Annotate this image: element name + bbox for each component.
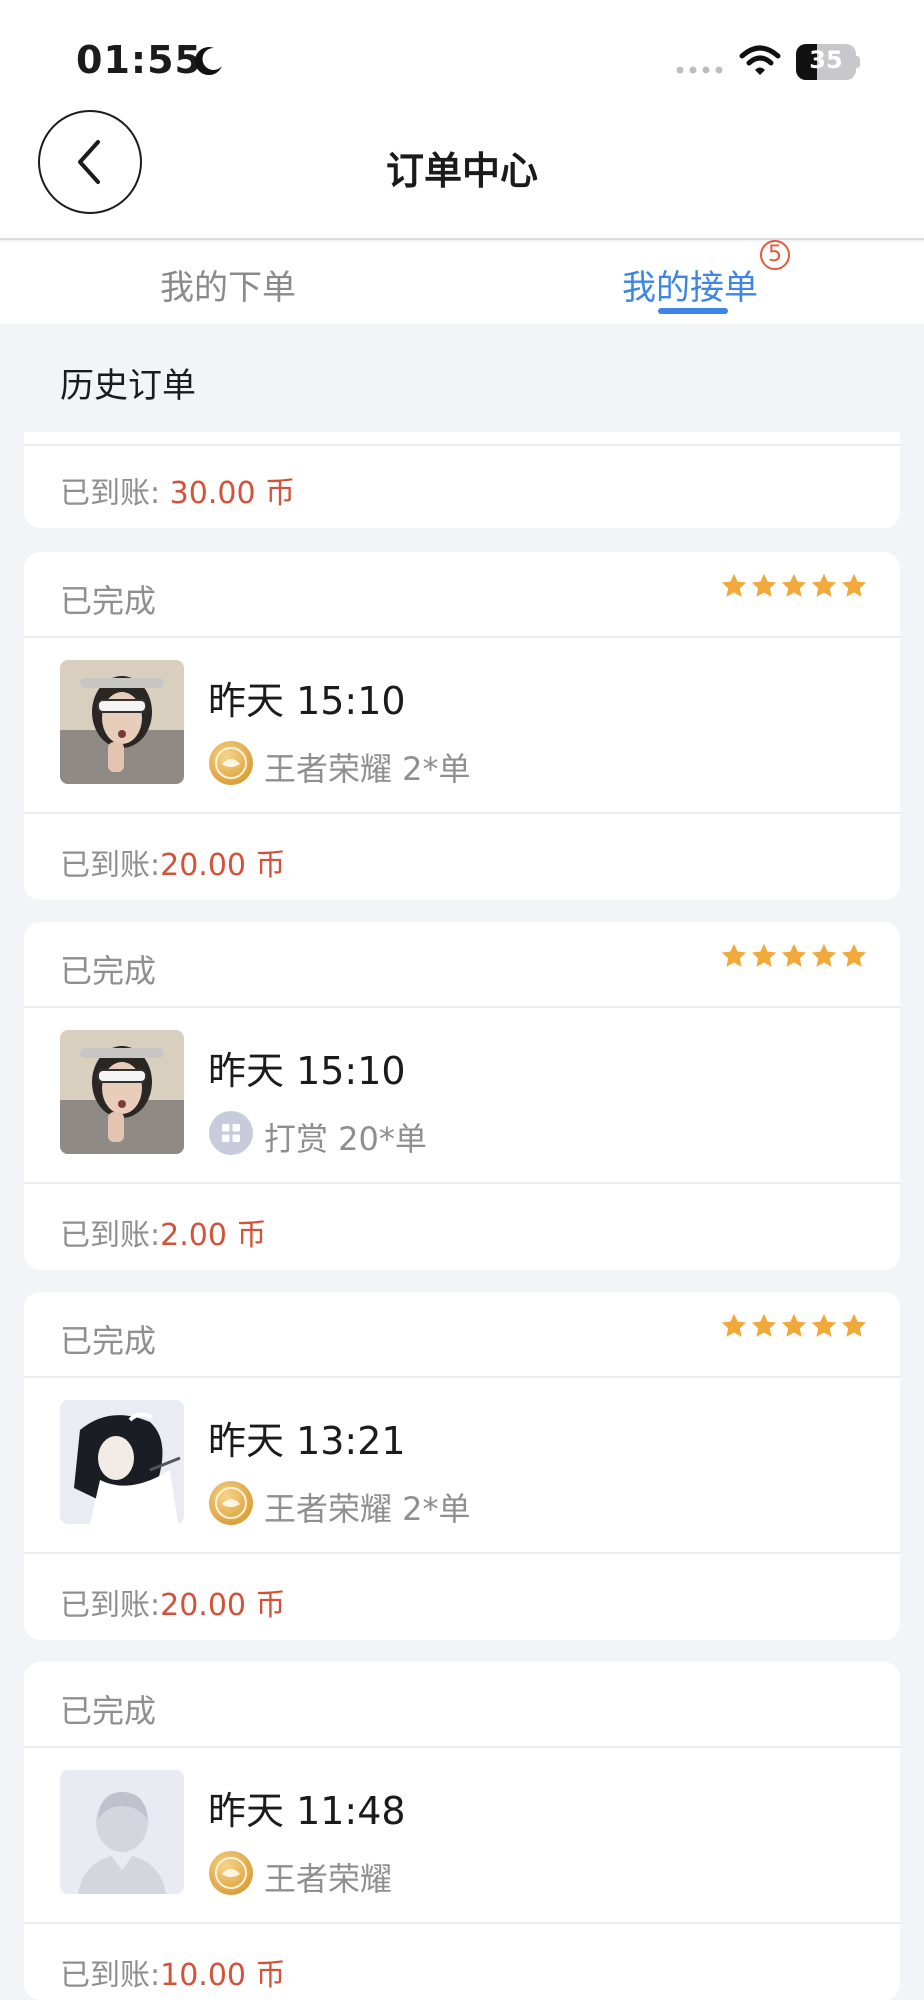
star-icon — [780, 1312, 808, 1340]
star-icon — [720, 1312, 748, 1340]
honor-of-kings-icon — [209, 1481, 253, 1525]
star-icon — [810, 1312, 838, 1340]
amount-value: 2.00 币 — [160, 1218, 267, 1253]
top-bar: 01:55 35 订单中心 — [0, 0, 924, 240]
amount-value: 30.00 币 — [169, 476, 296, 511]
star-icon — [810, 942, 838, 970]
order-time: 昨天 13:21 — [208, 1419, 406, 1463]
amount-row: 已到账:20.00 币 — [60, 840, 286, 884]
amount-row: 已到账:20.00 币 — [60, 1580, 286, 1624]
card-header: 已完成 — [24, 1662, 900, 1748]
avatar[interactable] — [60, 1400, 184, 1524]
card-footer: 已到账:10.00 币 — [24, 1924, 900, 2000]
amount-row: 已到账:2.00 币 — [60, 1210, 266, 1254]
tab-my-orders[interactable]: 我的下单 — [160, 260, 296, 309]
star-icon — [840, 942, 868, 970]
honor-of-kings-icon — [209, 1851, 253, 1895]
card-body: 昨天 11:48 王者荣耀 — [24, 1748, 900, 1924]
card-body: 昨天 13:21 王者荣耀 2*单 — [24, 1378, 900, 1554]
card-footer: 已到账:20.00 币 — [24, 1554, 900, 1640]
card-body: 昨天 15:10 王者荣耀 2*单 — [24, 638, 900, 814]
section-title: 历史订单 — [60, 366, 196, 406]
order-status: 已完成 — [60, 582, 157, 620]
order-card[interactable]: 已完成昨天 11:48 王者荣耀已到账:10.00 币 — [24, 1662, 900, 2000]
amount-label: 已到账: — [60, 1958, 161, 1993]
order-card[interactable]: 已完成昨天 13:21 王者荣耀 2*单已到账:20.00 币 — [24, 1292, 900, 1640]
star-icon — [720, 942, 748, 970]
star-icon — [780, 572, 808, 600]
star-icon — [720, 572, 748, 600]
order-game: 王者荣耀 2*单 — [264, 1490, 471, 1528]
order-card-partial[interactable]: 已到账: 30.00 币 — [24, 432, 900, 528]
star-icon — [750, 572, 778, 600]
order-time: 昨天 11:48 — [208, 1789, 406, 1833]
order-status: 已完成 — [60, 1692, 157, 1730]
tab-badge: 5 — [760, 240, 790, 270]
star-icon — [780, 942, 808, 970]
card-body: 昨天 15:10 打赏 20*单 — [24, 1008, 900, 1184]
star-icon — [810, 572, 838, 600]
avatar[interactable] — [60, 1770, 184, 1894]
order-game: 打赏 20*单 — [264, 1120, 427, 1158]
star-icon — [840, 1312, 868, 1340]
honor-of-kings-icon — [209, 741, 253, 785]
wifi-icon — [739, 45, 781, 75]
star-icon — [750, 942, 778, 970]
avatar[interactable] — [60, 660, 184, 784]
tab-my-accepted[interactable]: 我的接单 — [622, 260, 758, 309]
amount-value: 20.00 币 — [160, 1588, 286, 1623]
amount-label: 已到账: — [60, 848, 161, 883]
status-time: 01:55 — [76, 38, 202, 82]
amount-value: 20.00 币 — [160, 848, 286, 883]
amount-value: 10.00 币 — [160, 1958, 286, 1993]
amount-row: 已到账: 30.00 币 — [60, 468, 295, 512]
order-time: 昨天 15:10 — [208, 1049, 406, 1093]
order-game: 王者荣耀 2*单 — [264, 750, 471, 788]
card-footer: 已到账:2.00 币 — [24, 1184, 900, 1270]
order-card[interactable]: 已完成昨天 15:10 打赏 20*单已到账:2.00 币 — [24, 922, 900, 1270]
page-title: 订单中心 — [385, 149, 538, 193]
order-time: 昨天 15:10 — [208, 679, 406, 723]
card-header: 已完成 — [24, 1292, 900, 1378]
rating-stars — [720, 1312, 868, 1344]
amount-label: 已到账: — [60, 1218, 161, 1253]
star-icon — [840, 572, 868, 600]
battery-indicator: 35 — [796, 44, 860, 80]
amount-label: 已到账: — [60, 476, 161, 511]
order-status: 已完成 — [60, 1322, 157, 1360]
order-status: 已完成 — [60, 952, 157, 990]
rating-stars — [720, 942, 868, 974]
card-header: 已完成 — [24, 922, 900, 1008]
signal-dots-icon — [676, 66, 723, 74]
rating-stars — [720, 572, 868, 604]
battery-percent: 35 — [809, 46, 843, 74]
tip-grid-icon — [209, 1111, 253, 1155]
amount-row: 已到账:10.00 币 — [60, 1950, 286, 1994]
order-game: 王者荣耀 — [264, 1860, 393, 1898]
amount-label: 已到账: — [60, 1588, 161, 1623]
avatar[interactable] — [60, 1030, 184, 1154]
card-header: 已完成 — [24, 552, 900, 638]
star-icon — [750, 1312, 778, 1340]
order-card[interactable]: 已完成昨天 15:10 王者荣耀 2*单已到账:20.00 币 — [24, 552, 900, 900]
moon-icon — [194, 47, 222, 76]
card-footer: 已到账:20.00 币 — [24, 814, 900, 900]
active-tab-indicator — [658, 308, 728, 314]
